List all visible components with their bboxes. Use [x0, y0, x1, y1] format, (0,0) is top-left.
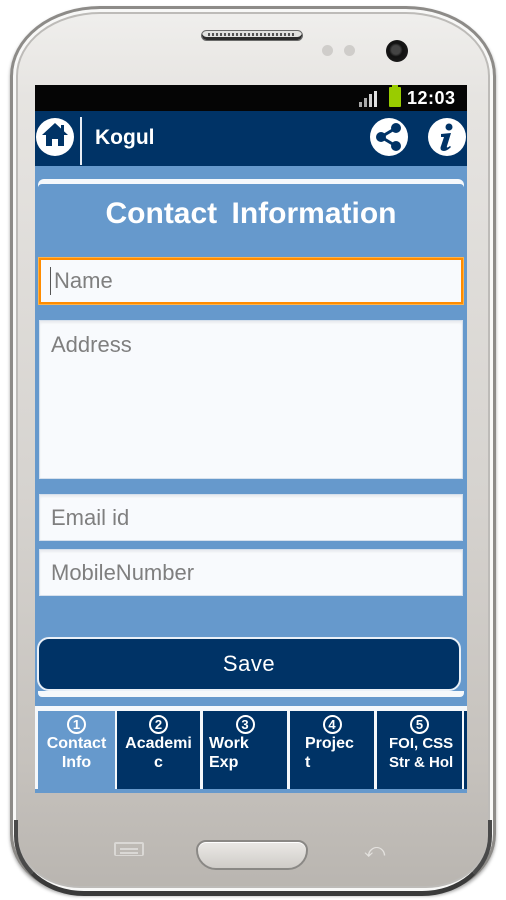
tab-label: FOI, CSS Str & Hol — [389, 735, 454, 771]
tab-label: Projec t — [305, 735, 354, 771]
form-title: Contact Information — [105, 197, 397, 230]
hardware-menu-button[interactable] — [114, 842, 144, 856]
app-title: Kogul — [95, 126, 155, 149]
earpiece-speaker — [201, 30, 303, 41]
tab-contact-info[interactable]: 1 Contact Info — [38, 711, 115, 791]
text-cursor — [50, 267, 51, 295]
share-icon — [370, 118, 408, 156]
screen-bottom-strip — [35, 789, 467, 793]
hardware-home-button[interactable] — [196, 840, 308, 870]
front-camera — [386, 40, 408, 62]
tab-number-badge: 2 — [149, 715, 168, 734]
tab-foi-css-strength-hobbies[interactable]: 5 FOI, CSS Str & Hol — [377, 711, 462, 791]
card-border-bottom — [38, 691, 464, 697]
actionbar-divider — [80, 117, 82, 165]
tab-number-badge: 1 — [67, 715, 86, 734]
light-sensor — [344, 45, 355, 56]
battery-icon — [389, 85, 401, 107]
home-button[interactable] — [35, 115, 79, 159]
status-bar: 12:03 — [35, 85, 467, 111]
tab-number-badge: 3 — [235, 715, 255, 734]
tab-label: Academi c — [125, 735, 192, 771]
tab-number-badge: 4 — [322, 715, 342, 734]
tab-academic[interactable]: 2 Academi c — [117, 711, 200, 791]
bottom-tab-bar: 1 Contact Info 2 Academi c 3 Work Exp 4 … — [35, 706, 467, 793]
info-button[interactable] — [427, 117, 467, 157]
home-icon — [36, 118, 74, 156]
address-input[interactable] — [39, 320, 463, 479]
save-button[interactable]: Save — [37, 637, 461, 691]
proximity-sensor — [322, 45, 333, 56]
tab-scroll-edge — [464, 711, 467, 791]
tab-label: Contact Info — [46, 735, 107, 771]
tab-number-badge: 5 — [410, 715, 429, 734]
info-icon — [428, 118, 466, 156]
screen: 12:03 Kogul Contact Information Name Add… — [35, 85, 467, 793]
share-button[interactable] — [369, 117, 409, 157]
signal-icon — [357, 91, 377, 107]
email-input[interactable] — [39, 494, 463, 541]
name-input[interactable] — [39, 258, 463, 304]
mobile-number-input[interactable] — [39, 549, 463, 596]
tab-label: Work Exp — [209, 735, 249, 771]
hardware-back-button[interactable]: ⤺ — [364, 840, 385, 860]
action-bar: Kogul — [35, 111, 467, 166]
tab-project[interactable]: 4 Projec t — [290, 711, 374, 791]
status-clock: 12:03 — [407, 88, 456, 108]
tab-work-exp[interactable]: 3 Work Exp — [203, 711, 287, 791]
